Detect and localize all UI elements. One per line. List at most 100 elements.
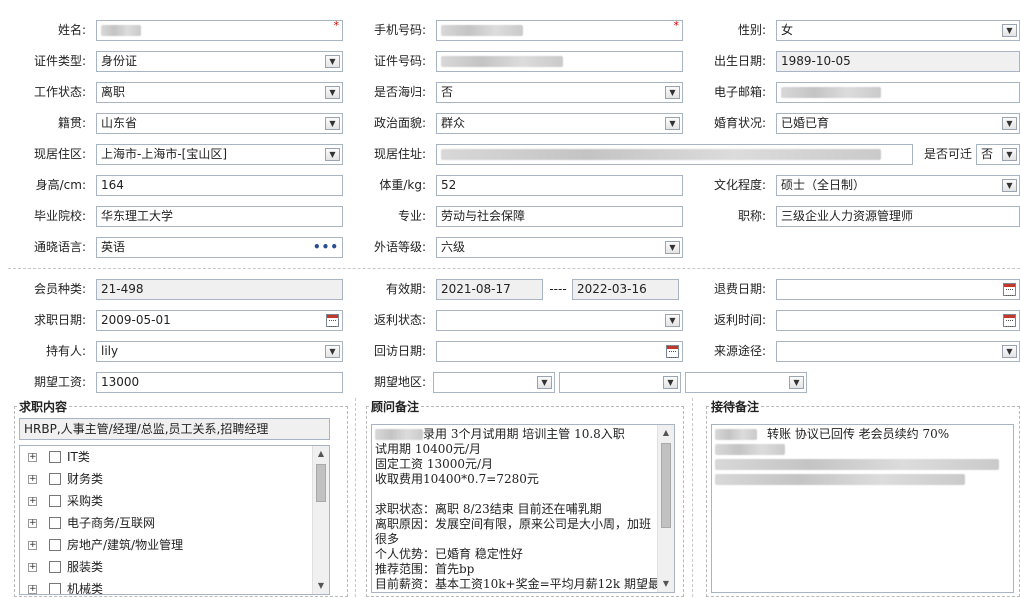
visit-date-field[interactable] <box>436 341 683 362</box>
chevron-down-icon[interactable]: ▼ <box>1002 345 1017 358</box>
political-select[interactable]: 群众 ▼ <box>436 113 683 134</box>
holder-select[interactable]: lily ▼ <box>96 341 343 362</box>
scroll-thumb[interactable] <box>661 443 671 528</box>
scroll-up-icon[interactable]: ▲ <box>313 446 329 462</box>
education-select[interactable]: 硕士（全日制） ▼ <box>776 175 1020 196</box>
idno-redacted <box>441 56 563 67</box>
reception-notes-textarea[interactable]: 转账 协议已回传 老会员续约 70% <box>711 424 1014 593</box>
redacted-text <box>715 459 999 470</box>
gender-value: 女 <box>781 23 794 37</box>
notes-scrollbar[interactable]: ▲ ▼ <box>657 425 674 592</box>
language-level-select[interactable]: 六级 ▼ <box>436 237 683 258</box>
tree-scrollbar[interactable]: ▲ ▼ <box>312 446 329 594</box>
checkbox[interactable] <box>49 539 61 551</box>
expand-icon[interactable]: + <box>28 519 37 528</box>
checkbox[interactable] <box>49 583 61 594</box>
idtype-select[interactable]: 身份证 ▼ <box>96 51 343 72</box>
source-select[interactable]: ▼ <box>776 341 1020 362</box>
address-field[interactable] <box>436 144 913 165</box>
expand-icon[interactable]: + <box>28 497 37 506</box>
chevron-down-icon[interactable]: ▼ <box>325 148 340 161</box>
idno-field[interactable] <box>436 51 683 72</box>
tree-item[interactable]: + 电子商务/互联网 <box>20 512 312 534</box>
tree-item[interactable]: + 财务类 <box>20 468 312 490</box>
region-province-select[interactable]: ▼ <box>433 372 555 393</box>
member-type-field[interactable]: 21-498 <box>96 279 343 300</box>
language-level-value: 六级 <box>441 240 466 254</box>
chevron-down-icon[interactable]: ▼ <box>665 241 680 254</box>
scroll-down-icon[interactable]: ▼ <box>313 578 329 594</box>
area-select[interactable]: 上海市-上海市-[宝山区] ▼ <box>96 144 343 165</box>
scroll-down-icon[interactable]: ▼ <box>658 576 674 592</box>
expand-icon[interactable]: + <box>28 563 37 572</box>
region-district-select[interactable]: ▼ <box>685 372 807 393</box>
job-title-label: 职称: <box>737 209 766 223</box>
calendar-icon[interactable] <box>1003 283 1016 296</box>
education-value: 硕士（全日制） <box>781 178 866 192</box>
chevron-down-icon[interactable]: ▼ <box>325 117 340 130</box>
checkbox[interactable] <box>49 495 61 507</box>
chevron-down-icon[interactable]: ▼ <box>1002 117 1017 130</box>
expand-icon[interactable]: + <box>28 475 37 484</box>
chevron-down-icon[interactable]: ▼ <box>1002 148 1017 161</box>
height-field[interactable]: 164 <box>96 175 343 196</box>
name-field[interactable]: * <box>96 20 343 41</box>
tree-item[interactable]: + IT类 <box>20 446 312 468</box>
birth-field[interactable]: 1989-10-05 <box>776 51 1020 72</box>
chevron-down-icon[interactable]: ▼ <box>325 345 340 358</box>
email-field[interactable] <box>776 82 1020 103</box>
calendar-icon[interactable] <box>326 314 339 327</box>
weight-value: 52 <box>441 178 457 192</box>
scroll-thumb[interactable] <box>316 464 326 502</box>
chevron-down-icon[interactable]: ▼ <box>789 376 804 389</box>
scroll-up-icon[interactable]: ▲ <box>658 425 674 441</box>
chevron-down-icon[interactable]: ▼ <box>663 376 678 389</box>
calendar-icon[interactable] <box>666 345 679 358</box>
expand-icon[interactable]: + <box>28 453 37 462</box>
tree-item[interactable]: + 服装类 <box>20 556 312 578</box>
checkbox[interactable] <box>49 473 61 485</box>
relocate-select[interactable]: 否 ▼ <box>976 144 1020 165</box>
expand-icon[interactable]: + <box>28 585 37 594</box>
valid-from-field[interactable]: 2021-08-17 <box>436 279 543 300</box>
marital-select[interactable]: 已婚已育 ▼ <box>776 113 1020 134</box>
tree-item[interactable]: + 采购类 <box>20 490 312 512</box>
advisor-notes-textarea[interactable]: 录用 3个月试用期 培训主管 10.8入职 试用期 10400元/月 固定工资 … <box>371 424 675 593</box>
chevron-down-icon[interactable]: ▼ <box>665 314 680 327</box>
calendar-icon[interactable] <box>1003 314 1016 327</box>
overseas-select[interactable]: 否 ▼ <box>436 82 683 103</box>
gender-select[interactable]: 女 ▼ <box>776 20 1020 41</box>
chevron-down-icon[interactable]: ▼ <box>665 117 680 130</box>
region-city-select[interactable]: ▼ <box>559 372 681 393</box>
checkbox[interactable] <box>49 561 61 573</box>
weight-field[interactable]: 52 <box>436 175 683 196</box>
job-category-tree[interactable]: + IT类 + 财务类 + 采购类 + 电子商务/互联网 + 房地产/建筑/物业… <box>19 445 330 595</box>
rebate-status-select[interactable]: ▼ <box>436 310 683 331</box>
school-field[interactable]: 华东理工大学 <box>96 206 343 227</box>
checkbox[interactable] <box>49 451 61 463</box>
chevron-down-icon[interactable]: ▼ <box>537 376 552 389</box>
chevron-down-icon[interactable]: ▼ <box>325 86 340 99</box>
tree-item-label: 电子商务/互联网 <box>67 516 156 530</box>
expand-icon[interactable]: + <box>28 541 37 550</box>
rebate-time-field[interactable] <box>776 310 1020 331</box>
job-title-field[interactable]: 三级企业人力资源管理师 <box>776 206 1020 227</box>
note-line: 收取费用10400*0.7=7280元 <box>375 472 539 486</box>
chevron-down-icon[interactable]: ▼ <box>665 86 680 99</box>
more-options-icon[interactable]: ••• <box>313 240 339 254</box>
major-field[interactable]: 劳动与社会保障 <box>436 206 683 227</box>
job-date-field[interactable]: 2009-05-01 <box>96 310 343 331</box>
chevron-down-icon[interactable]: ▼ <box>325 55 340 68</box>
salary-field[interactable]: 13000 <box>96 372 343 393</box>
chevron-down-icon[interactable]: ▼ <box>1002 179 1017 192</box>
chevron-down-icon[interactable]: ▼ <box>1002 24 1017 37</box>
phone-field[interactable]: * <box>436 20 683 41</box>
refund-date-field[interactable] <box>776 279 1020 300</box>
native-select[interactable]: 山东省 ▼ <box>96 113 343 134</box>
valid-to-field[interactable]: 2022-03-16 <box>572 279 679 300</box>
tree-item[interactable]: + 机械类 <box>20 578 312 594</box>
language-field[interactable]: 英语 ••• <box>96 237 343 258</box>
work-status-select[interactable]: 离职 ▼ <box>96 82 343 103</box>
tree-item[interactable]: + 房地产/建筑/物业管理 <box>20 534 312 556</box>
checkbox[interactable] <box>49 517 61 529</box>
